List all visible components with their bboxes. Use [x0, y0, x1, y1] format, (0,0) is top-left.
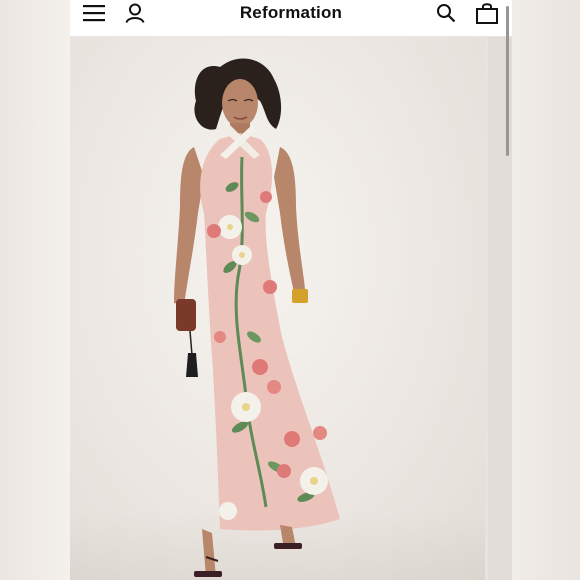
product-image[interactable] — [70, 37, 485, 580]
top-nav-bar: Reformation — [70, 0, 512, 37]
background-left — [0, 0, 70, 580]
scrollbar[interactable] — [506, 6, 509, 156]
app-screen: Reformation — [70, 0, 512, 580]
bag-icon[interactable] — [473, 0, 501, 26]
background-right — [512, 0, 580, 580]
search-icon[interactable] — [432, 0, 460, 26]
model-dress-illustration — [174, 58, 340, 577]
